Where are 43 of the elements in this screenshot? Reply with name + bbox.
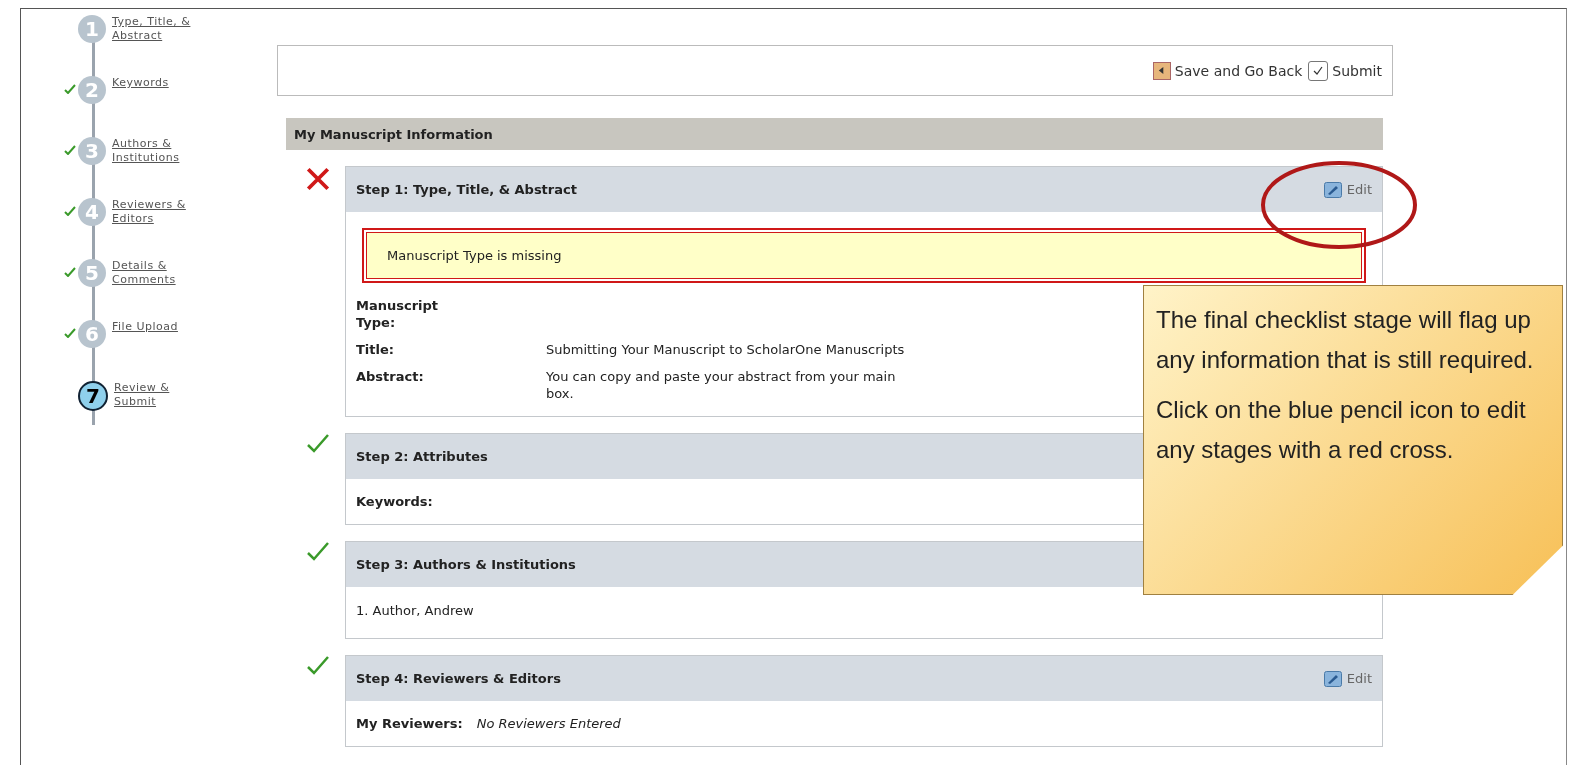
step-number: 3 [78, 137, 106, 165]
step-number: 5 [78, 259, 106, 287]
check-icon [305, 433, 330, 453]
step-number: 4 [78, 198, 106, 226]
field-label: Abstract: [356, 368, 425, 386]
field-value: You can copy and paste your abstract from your main [546, 368, 896, 385]
cross-icon [304, 166, 331, 192]
callout-text: Click on the blue pencil icon to edit any stages with a red cross. [1156, 395, 1527, 465]
section-title: Step 3: Authors & Institutions [356, 557, 576, 572]
section-title: Step 4: Reviewers & Editors [356, 671, 561, 686]
step-number: 6 [78, 320, 106, 348]
panel-title: My Manuscript Information [286, 118, 1383, 150]
step-number: 1 [78, 15, 106, 43]
check-icon [305, 541, 330, 561]
field-label: Title: [356, 341, 395, 358]
submit-button[interactable]: Submit [1308, 60, 1382, 81]
field-label: Keywords: [356, 493, 434, 510]
field-value: No Reviewers Entered [476, 715, 621, 732]
section-title: Step 2: Attributes [356, 449, 488, 464]
field-label: My Reviewers: [356, 715, 463, 732]
step-number: 7 [78, 381, 108, 411]
field-value: Submitting Your Manuscript to ScholarOne Manuscripts [546, 341, 905, 358]
step-link[interactable]: Details & Comments [112, 259, 212, 287]
step-link[interactable]: Keywords [112, 76, 212, 90]
check-icon [305, 655, 330, 675]
field-value: box. [546, 385, 575, 402]
edit-button[interactable]: Edit [1323, 181, 1372, 198]
step-link[interactable]: Reviewers & Editors [112, 198, 212, 226]
edit-button[interactable]: Edit [1323, 670, 1372, 687]
callout-text: The final checklist stage will flag up any information that is still required. [1156, 305, 1535, 375]
error-message: Manuscript Type is missing [366, 232, 1362, 279]
step-link[interactable]: File Upload [112, 320, 212, 334]
save-and-go-back-button[interactable]: Save and Go Back [1152, 61, 1303, 80]
pencil-icon [1323, 670, 1342, 687]
author-entry: 1. Author, Andrew [356, 602, 475, 620]
step-link[interactable]: Type, Title, & Abstract [112, 15, 212, 43]
checkbox-icon [1308, 60, 1329, 81]
step-link[interactable]: Review & Submit [114, 381, 214, 409]
pencil-icon [1323, 181, 1342, 198]
section-title: Step 1: Type, Title, & Abstract [356, 182, 577, 197]
step-link[interactable]: Authors & Institutions [112, 137, 212, 165]
step-number: 2 [78, 76, 106, 104]
field-label: Manuscript Type: [356, 297, 440, 331]
